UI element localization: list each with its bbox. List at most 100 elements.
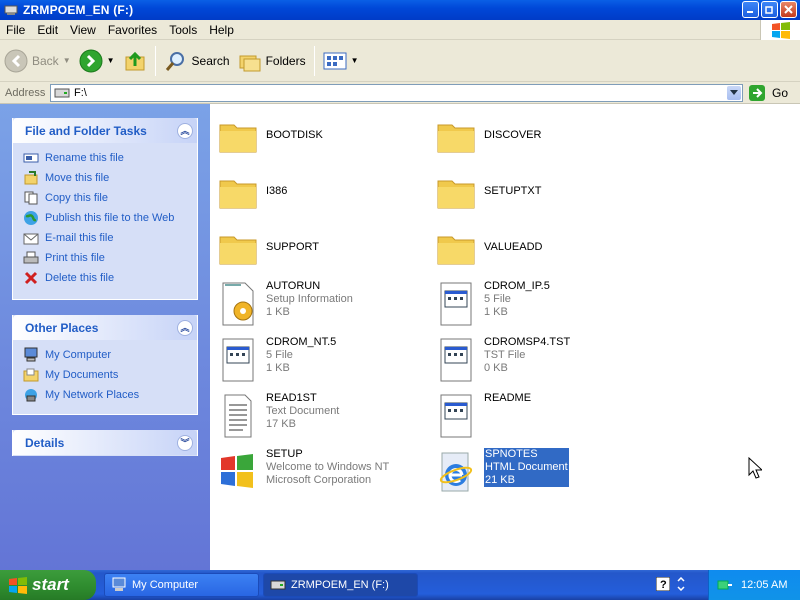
file-folder-tasks-header[interactable]: File and Folder Tasks ︽ (13, 118, 197, 143)
windows-logo-icon (9, 577, 27, 594)
file-item-selected[interactable]: SPNOTES HTML Document 21 KB (436, 448, 569, 496)
menu-file[interactable]: File (0, 23, 31, 37)
taskbar-item-zrmpoem[interactable]: ZRMPOEM_EN (F:) (263, 573, 418, 597)
menu-help[interactable]: Help (203, 23, 240, 37)
drive-icon (4, 5, 18, 15)
folder-icon (219, 124, 257, 153)
help-icon[interactable]: ? (656, 577, 670, 591)
minimize-button[interactable] (742, 1, 759, 18)
other-places-panel: Other Places ︽ My Computer My Documents … (12, 315, 198, 415)
folder-icon (219, 236, 257, 265)
network-connection-icon[interactable] (717, 577, 733, 593)
file-item[interactable]: CDROM_NT.5 5 File 1 KB (218, 336, 336, 384)
collapse-icon[interactable]: ︽ (177, 319, 193, 336)
folder-item[interactable]: SUPPORT (218, 224, 319, 272)
file-list-view[interactable]: BOOTDISK DISCOVER I386 SETUPTXT SUPPORT … (210, 104, 800, 570)
copy-icon (24, 191, 38, 205)
views-dropdown-icon[interactable]: ▼ (351, 56, 359, 65)
forward-button[interactable]: ▼ (75, 43, 119, 79)
chevron-down-icon (730, 90, 738, 95)
menu-bar: File Edit View Favorites Tools Help (0, 20, 800, 40)
file-type: Setup Information (266, 293, 353, 305)
my-computer-link[interactable]: My Computer (23, 345, 197, 365)
title-bar[interactable]: ZRMPOEM_EN (F:) (0, 0, 800, 20)
start-button[interactable]: start (0, 570, 96, 600)
folders-button[interactable]: Folders (234, 43, 310, 79)
my-documents-link[interactable]: My Documents (23, 365, 197, 385)
file-name: README (484, 392, 532, 404)
forward-dropdown-icon[interactable]: ▼ (107, 56, 115, 65)
file-size: 0 KB (484, 362, 508, 374)
collapse-icon[interactable]: ︽ (177, 122, 193, 139)
maximize-button[interactable] (761, 1, 778, 18)
file-item[interactable]: README (436, 392, 531, 440)
my-network-places-link[interactable]: My Network Places (23, 385, 197, 405)
folder-icon (219, 180, 257, 209)
go-button[interactable]: Go (748, 84, 788, 102)
generic-file-icon (440, 338, 472, 382)
file-description: Welcome to Windows NT (266, 461, 390, 473)
toolbar: Back ▼ ▼ Search Folders ▼ (0, 40, 800, 82)
views-button[interactable]: ▼ (319, 43, 363, 79)
rename-file-link[interactable]: Rename this file (23, 148, 197, 168)
file-item[interactable]: READ1ST Text Document 17 KB (218, 392, 339, 440)
menu-edit[interactable]: Edit (31, 23, 64, 37)
file-item[interactable]: CDROM_IP.5 5 File 1 KB (436, 280, 550, 328)
address-input[interactable]: F:\ (50, 84, 743, 102)
print-file-link[interactable]: Print this file (23, 248, 197, 268)
show-hidden-icons-chevron[interactable] (676, 577, 686, 591)
menu-favorites[interactable]: Favorites (102, 23, 163, 37)
close-button[interactable] (780, 1, 797, 18)
back-dropdown-icon[interactable]: ▼ (63, 56, 71, 65)
folder-item[interactable]: DISCOVER (436, 112, 541, 160)
menu-tools[interactable]: Tools (163, 23, 203, 37)
taskbar-item-my-computer[interactable]: My Computer (104, 573, 259, 597)
folder-icon (437, 124, 475, 153)
back-button[interactable]: Back ▼ (0, 43, 75, 79)
mouse-pointer-icon (748, 457, 762, 479)
system-tray: 12:05 AM (708, 570, 800, 600)
windows-setup-icon (221, 454, 253, 488)
move-icon (24, 171, 38, 185)
up-folder-button[interactable] (119, 43, 151, 79)
svg-text:?: ? (660, 579, 667, 591)
details-header[interactable]: Details ︾ (13, 430, 197, 455)
computer-icon (24, 347, 38, 362)
address-bar: Address F:\ Go (0, 82, 800, 104)
drive-icon (270, 580, 286, 590)
email-file-link[interactable]: E-mail this file (23, 228, 197, 248)
folder-item[interactable]: SETUPTXT (436, 168, 541, 216)
file-item[interactable]: CDROMSP4.TST TST File 0 KB (436, 336, 570, 384)
address-dropdown-button[interactable] (727, 86, 741, 100)
expand-icon[interactable]: ︾ (177, 434, 193, 451)
delete-file-link[interactable]: Delete this file (23, 268, 197, 288)
publish-file-link[interactable]: Publish this file to the Web (23, 208, 197, 228)
folder-item[interactable]: VALUEADD (436, 224, 542, 272)
file-name: CDROM_NT.5 (266, 336, 337, 348)
file-item[interactable]: SETUP Welcome to Windows NT Microsoft Co… (218, 448, 389, 496)
file-name: SETUPTXT (484, 185, 542, 197)
folder-item[interactable]: BOOTDISK (218, 112, 323, 160)
file-item[interactable]: AUTORUN Setup Information 1 KB (218, 280, 353, 328)
address-value: F:\ (74, 87, 87, 99)
go-arrow-icon (749, 85, 765, 101)
menu-view[interactable]: View (64, 23, 102, 37)
copy-file-link[interactable]: Copy this file (23, 188, 197, 208)
close-icon (784, 5, 793, 14)
drive-icon (54, 88, 70, 98)
move-file-link[interactable]: Move this file (23, 168, 197, 188)
file-type: Text Document (266, 405, 340, 417)
other-places-header[interactable]: Other Places ︽ (13, 315, 197, 340)
clock[interactable]: 12:05 AM (741, 579, 787, 591)
file-name: BOOTDISK (266, 129, 323, 141)
generic-file-icon (222, 338, 254, 382)
file-name: I386 (266, 185, 288, 197)
windows-flag-logo (760, 20, 800, 40)
folder-item[interactable]: I386 (218, 168, 287, 216)
file-type: HTML Document (485, 461, 568, 473)
search-button[interactable]: Search (160, 43, 234, 79)
delete-icon (24, 271, 38, 285)
file-name: CDROMSP4.TST (484, 336, 571, 348)
file-size: 1 KB (266, 306, 290, 318)
views-icon (323, 52, 347, 69)
